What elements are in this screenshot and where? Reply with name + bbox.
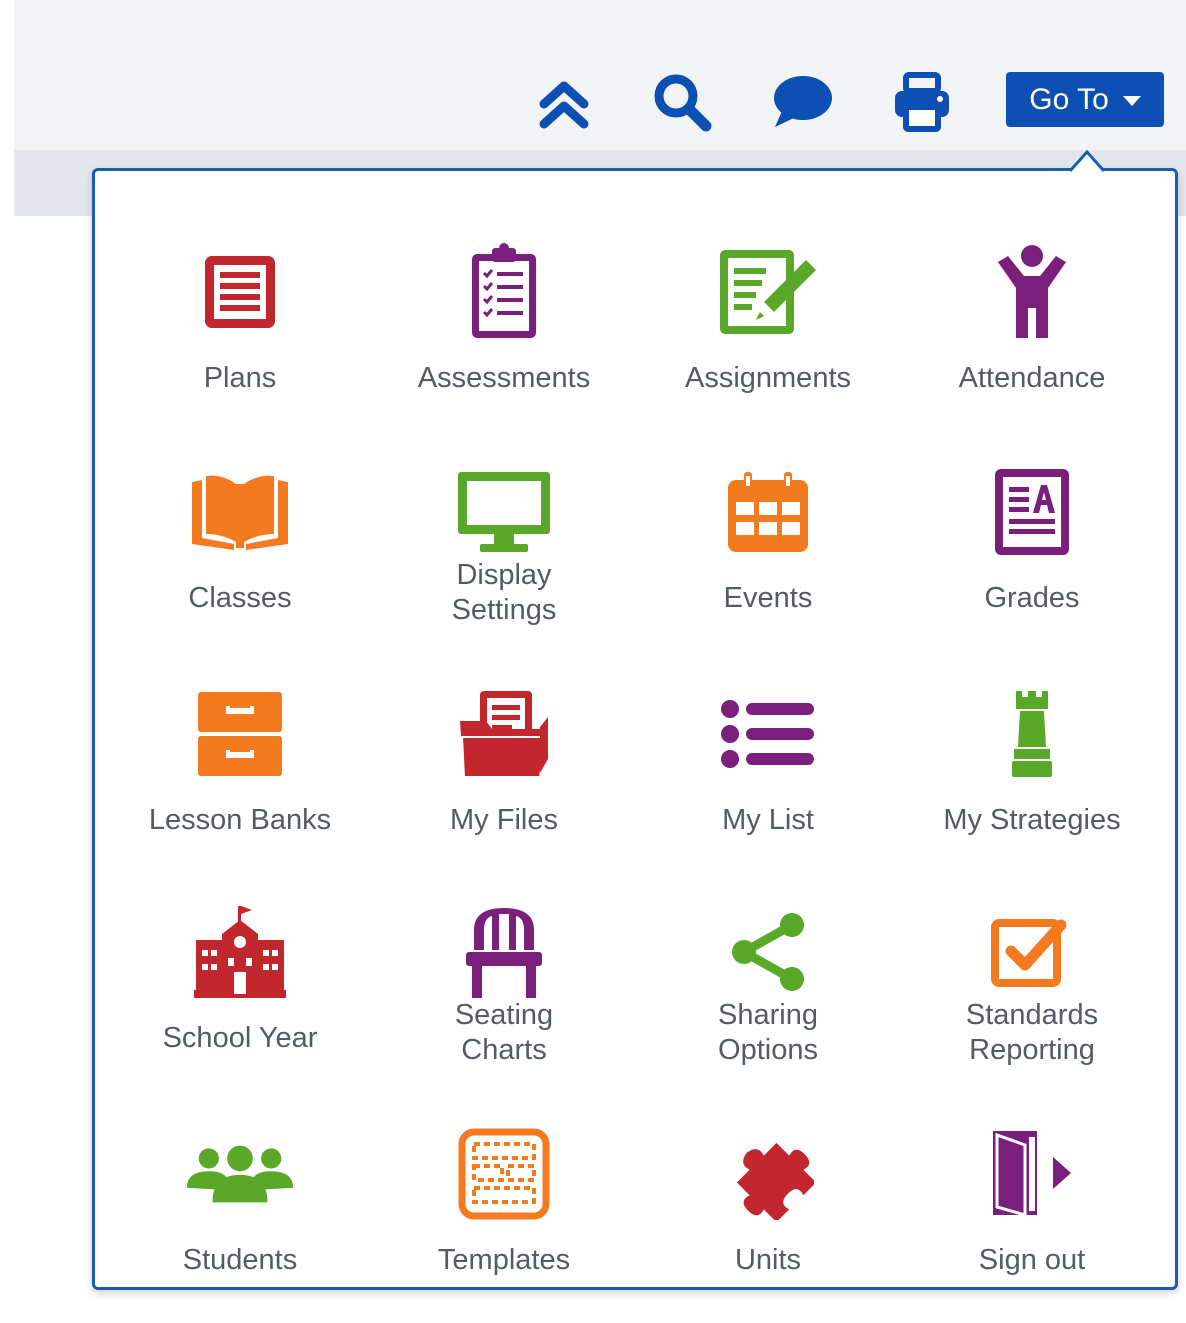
- menu-item-school-year[interactable]: School Year: [108, 861, 372, 1071]
- menu-item-label: Grades: [984, 582, 1080, 614]
- menu-item-sharing-options[interactable]: Sharing Options: [636, 861, 900, 1071]
- menu-item-sign-out[interactable]: Sign out: [900, 1083, 1164, 1293]
- menu-item-label: Standards Reporting: [965, 999, 1099, 1066]
- menu-item-display-settings[interactable]: Display Settings: [372, 421, 636, 631]
- menu-item-label: School Year: [162, 1022, 318, 1054]
- left-margin: [0, 0, 14, 1323]
- puzzle-piece-icon: [713, 1119, 823, 1229]
- template-icon: [449, 1119, 559, 1229]
- menu-item-attendance[interactable]: Attendance: [900, 201, 1164, 411]
- menu-item-label: Templates: [437, 1244, 571, 1276]
- chat-bubble-icon: [774, 76, 832, 127]
- menu-item-label: My Files: [450, 804, 558, 836]
- checkbox-icon: [977, 897, 1087, 1007]
- plans-icon: [185, 237, 295, 347]
- monitor-icon: [449, 457, 559, 567]
- menu-item-label: Seating Charts: [454, 999, 554, 1066]
- menu-item-seating-charts[interactable]: Seating Charts: [372, 861, 636, 1071]
- menu-item-lesson-banks[interactable]: Lesson Banks: [108, 643, 372, 853]
- menu-item-label: Sharing Options: [718, 999, 818, 1066]
- menu-item-label: Assessments: [417, 362, 591, 394]
- list-icon: [713, 679, 823, 789]
- menu-item-units[interactable]: Units: [636, 1083, 900, 1293]
- menu-item-label: Lesson Banks: [148, 804, 332, 836]
- collapse-toolbar-button[interactable]: [532, 70, 596, 134]
- pencil-document-icon: [713, 237, 823, 347]
- menu-item-label: Attendance: [958, 362, 1106, 394]
- menu-item-events[interactable]: Events: [636, 421, 900, 631]
- folder-icon: [449, 679, 559, 789]
- grade-document-icon: [977, 457, 1087, 567]
- exit-door-icon: [977, 1119, 1087, 1229]
- menu-item-my-files[interactable]: My Files: [372, 643, 636, 853]
- calendar-icon: [713, 457, 823, 567]
- share-icon: [713, 897, 823, 1007]
- menu-item-label: Units: [734, 1244, 802, 1276]
- chair-icon: [449, 897, 559, 1007]
- menu-item-students[interactable]: Students: [108, 1083, 372, 1293]
- menu-item-label: Assignments: [684, 362, 851, 394]
- print-button[interactable]: [890, 70, 954, 134]
- menu-item-my-list[interactable]: My List: [636, 643, 900, 853]
- goto-dropdown-button[interactable]: Go To: [1006, 72, 1164, 127]
- menu-item-assignments[interactable]: Assignments: [636, 201, 900, 411]
- menu-item-grades[interactable]: Grades: [900, 421, 1164, 631]
- search-button[interactable]: [650, 70, 714, 134]
- open-book-icon: [185, 457, 295, 567]
- file-cabinet-icon: [185, 679, 295, 789]
- menu-item-plans[interactable]: Plans: [108, 201, 372, 411]
- goto-label: Go To: [1029, 82, 1109, 116]
- caret-down-icon: [1122, 96, 1141, 106]
- menu-item-label: Students: [182, 1244, 298, 1276]
- clipboard-checklist-icon: [449, 237, 559, 347]
- printer-icon: [895, 72, 949, 132]
- goto-menu-grid: Plans Assessments Assignments Attendance Cla…: [95, 171, 1175, 1287]
- chat-button[interactable]: [770, 70, 834, 134]
- menu-item-label: Display Settings: [451, 559, 557, 626]
- menu-item-label: Events: [723, 582, 813, 614]
- double-chevron-up-icon: [539, 81, 589, 129]
- menu-item-classes[interactable]: Classes: [108, 421, 372, 631]
- menu-item-standards-reporting[interactable]: Standards Reporting: [900, 861, 1164, 1071]
- person-raised-arms-icon: [977, 237, 1087, 347]
- menu-item-assessments[interactable]: Assessments: [372, 201, 636, 411]
- menu-item-templates[interactable]: Templates: [372, 1083, 636, 1293]
- search-icon: [654, 74, 712, 132]
- menu-item-label: My List: [722, 804, 814, 836]
- menu-item-label: My Strategies: [943, 804, 1121, 836]
- menu-item-label: Sign out: [978, 1244, 1086, 1276]
- goto-menu-panel: Plans Assessments Assignments Attendance Cla…: [92, 168, 1178, 1290]
- menu-item-label: Plans: [203, 362, 277, 394]
- menu-item-my-strategies[interactable]: My Strategies: [900, 643, 1164, 853]
- menu-item-label: Classes: [188, 582, 292, 614]
- group-icon: [185, 1119, 295, 1229]
- chess-rook-icon: [977, 679, 1087, 789]
- school-building-icon: [185, 897, 295, 1007]
